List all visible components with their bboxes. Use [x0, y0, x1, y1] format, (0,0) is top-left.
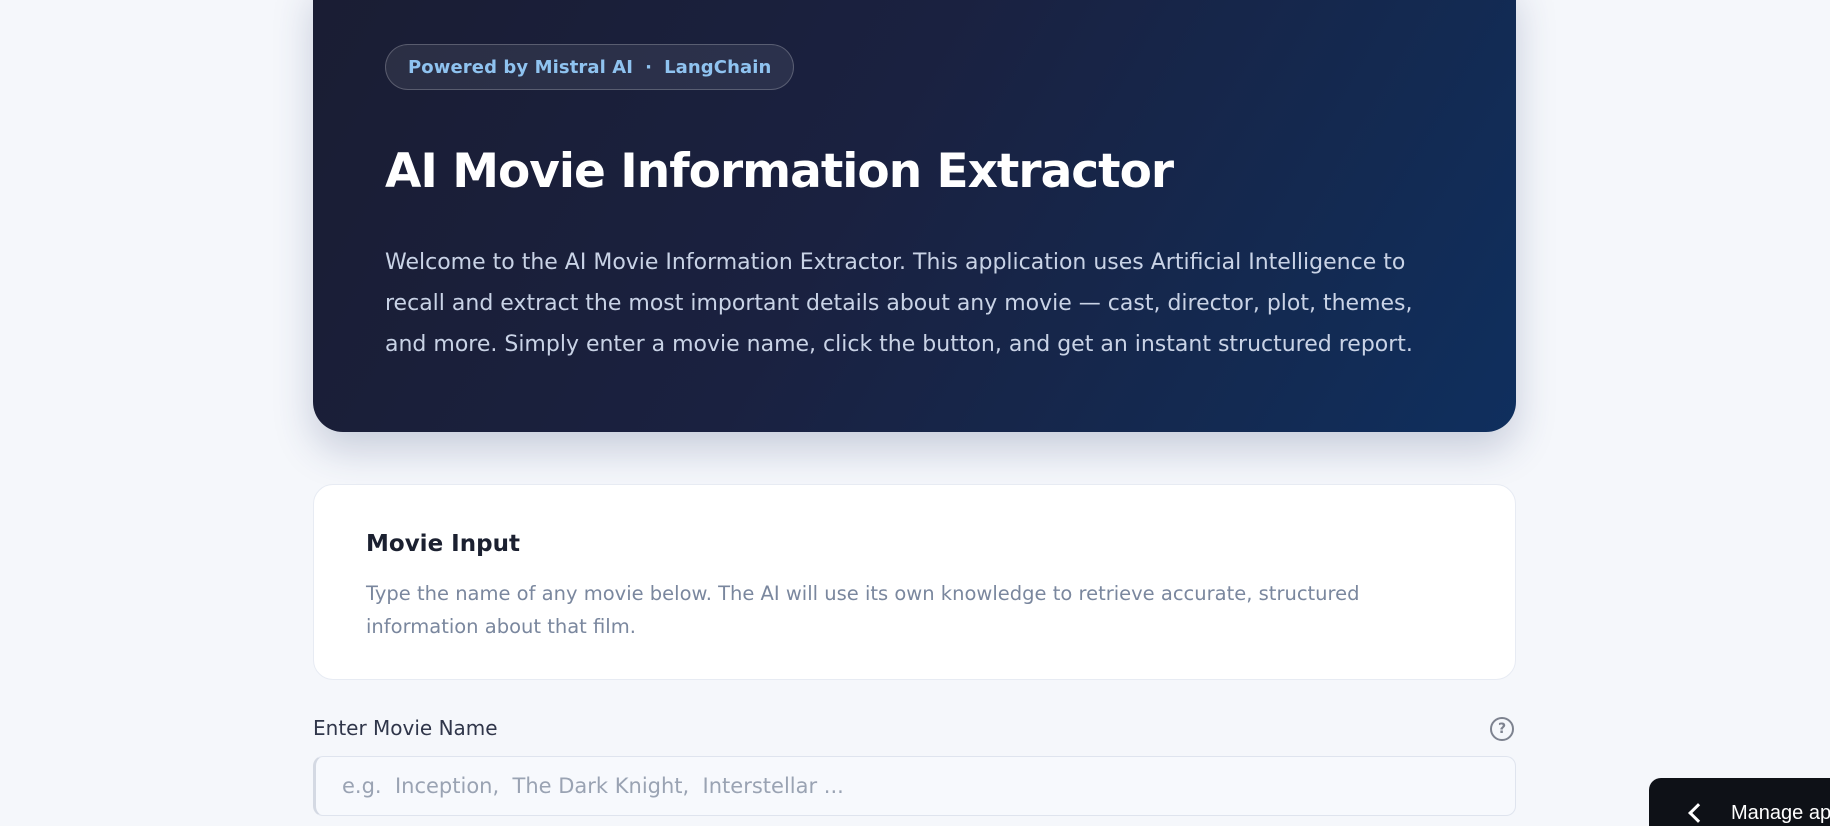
manage-app-label: Manage app	[1731, 801, 1830, 824]
chevron-left-icon	[1688, 803, 1708, 823]
badge-mistral: Powered by Mistral AI	[408, 56, 634, 78]
powered-by-badge: Powered by Mistral AI · LangChain	[385, 44, 795, 90]
hero-banner: Powered by Mistral AI · LangChain AI Mov…	[313, 0, 1516, 432]
badge-langchain: LangChain	[664, 56, 772, 78]
page-title: AI Movie Information Extractor	[385, 144, 1174, 199]
hero-description: Welcome to the AI Movie Information Extr…	[385, 249, 1413, 357]
badge-separator: ·	[645, 56, 653, 78]
movie-input-description: Type the name of any movie below. The AI…	[366, 582, 1360, 638]
question-circle-icon[interactable]: ?	[1490, 717, 1514, 741]
manage-app-button[interactable]: Manage app	[1649, 778, 1830, 826]
movie-name-input[interactable]	[313, 756, 1516, 816]
movie-name-label: Enter Movie Name	[313, 716, 498, 740]
movie-input-card: Movie Input Type the name of any movie b…	[313, 484, 1516, 680]
movie-input-title: Movie Input	[366, 531, 520, 557]
